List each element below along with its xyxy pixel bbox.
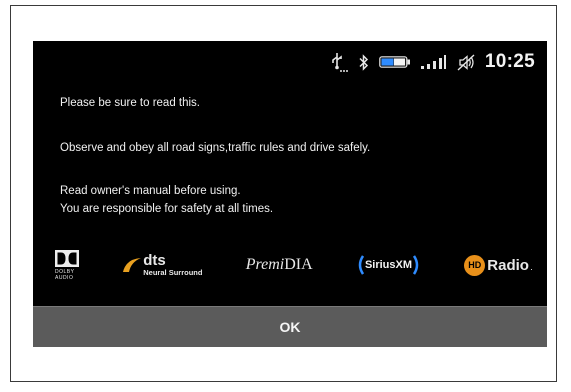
usb-icon: [330, 51, 348, 73]
radio-text: Radio: [487, 256, 529, 274]
head-unit-screen: 10:25 Please be sure to read this. Obser…: [33, 41, 547, 347]
siriusxm-right-bracket-icon: [413, 255, 419, 275]
clock: 10:25: [484, 51, 535, 72]
siriusxm-left-bracket-icon: [358, 255, 364, 275]
message-line-2: Observe and obey all road signs,traffic …: [60, 142, 371, 154]
hd-radio-logo: HD Radio ·: [464, 254, 533, 276]
dia-text: DIA: [284, 256, 313, 273]
brand-logos: DOLBY AUDIO dts Neural Surround Premi DI…: [55, 245, 533, 285]
status-bar: 10:25: [330, 50, 535, 74]
dolby-audio-text: AUDIO: [55, 274, 74, 281]
mute-icon: [457, 53, 475, 71]
dts-swoosh-icon: [123, 258, 142, 272]
dts-neural-surround-logo: dts Neural Surround: [122, 253, 202, 277]
message-line-3: Read owner's manual before using.: [60, 185, 241, 197]
hd-badge-icon: HD: [464, 254, 486, 276]
siriusxm-text: SiriusXM: [364, 259, 413, 271]
battery-icon: [379, 56, 411, 68]
trademark-mark: ·: [529, 263, 533, 274]
message-line-4: You are responsible for safety at all ti…: [60, 203, 274, 215]
signal-icon: [420, 55, 447, 69]
neural-surround-text: Neural Surround: [143, 268, 203, 277]
ok-button[interactable]: OK: [33, 306, 547, 347]
dts-text: dts: [143, 252, 166, 269]
bluetooth-icon: [358, 53, 369, 71]
premidia-logo: Premi DIA: [246, 256, 313, 274]
message-line-1: Please be sure to read this.: [60, 97, 200, 109]
siriusxm-logo: SiriusXM: [356, 255, 421, 275]
dolby-audio-logo: DOLBY AUDIO: [55, 249, 79, 281]
premi-text: Premi: [245, 256, 285, 273]
dolby-double-d-icon: [55, 249, 79, 267]
